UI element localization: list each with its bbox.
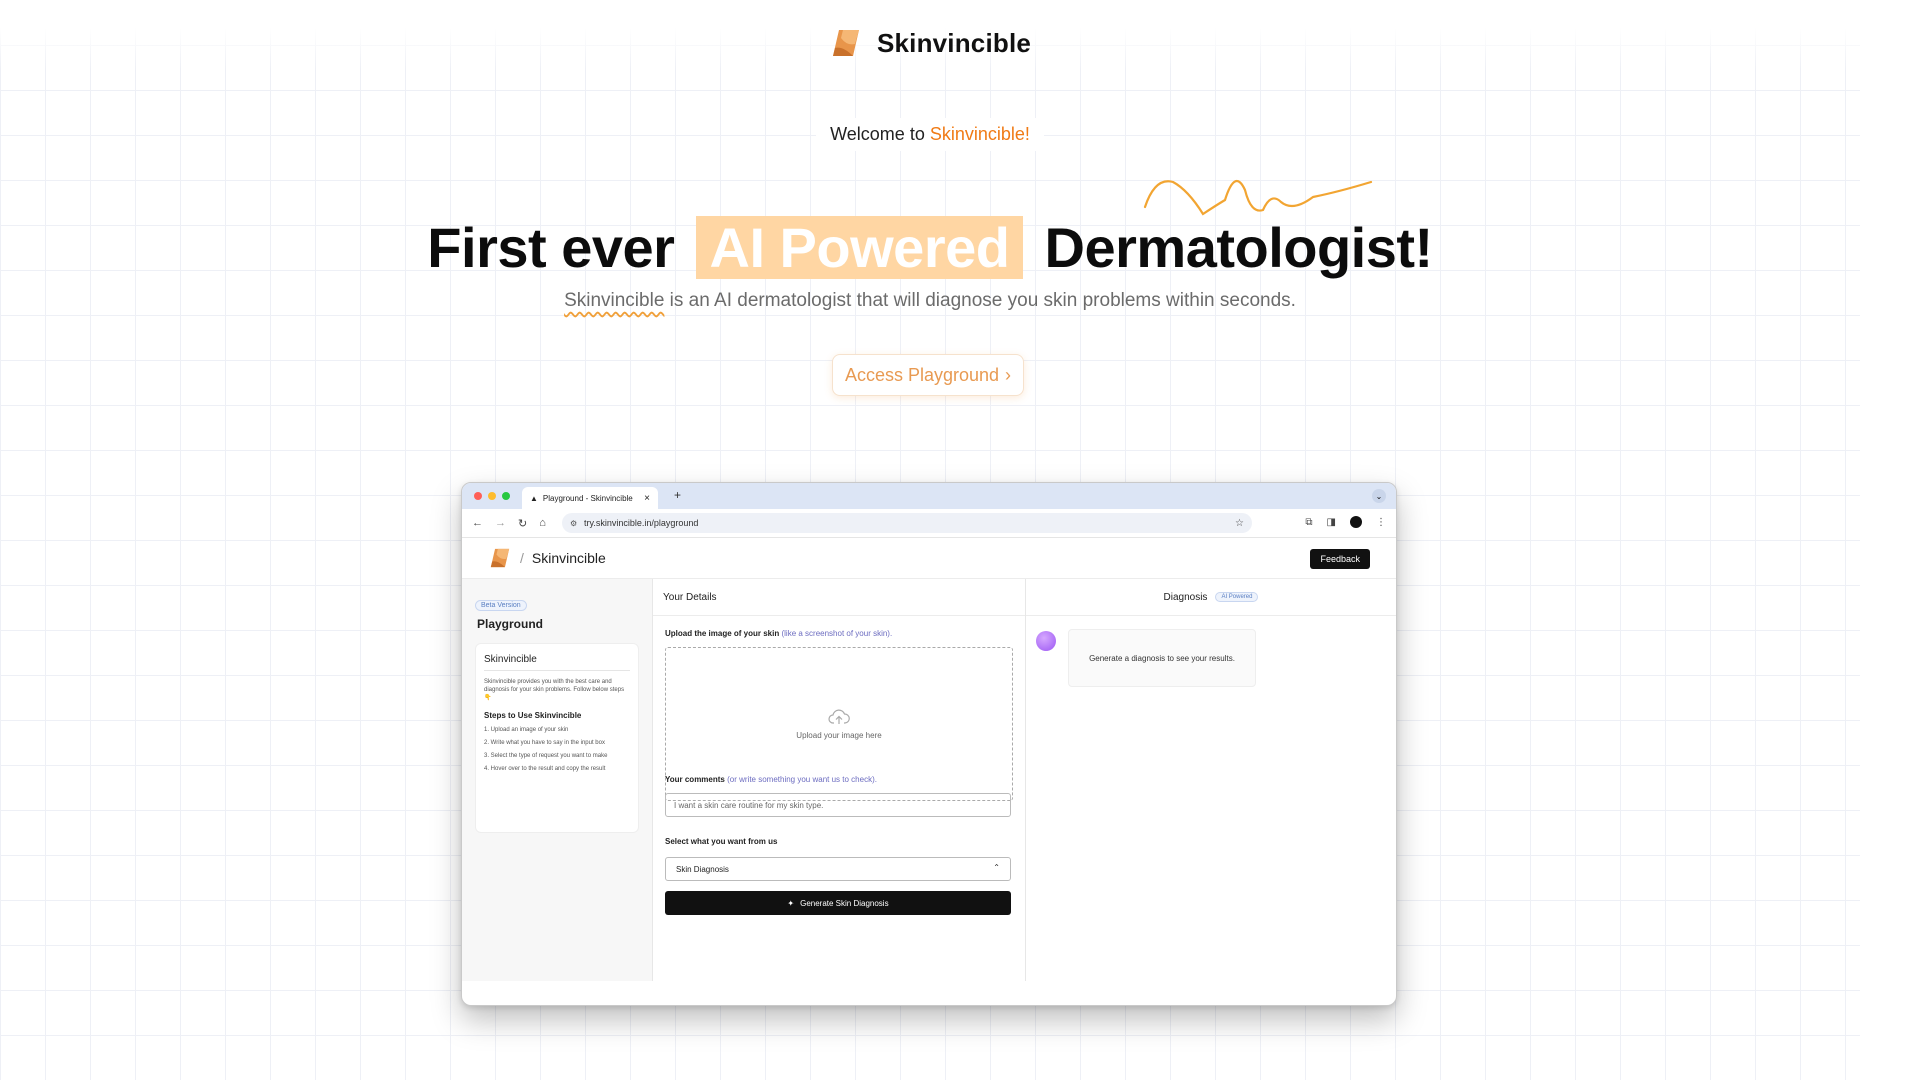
cloud-upload-icon: [828, 709, 850, 724]
hero-part-1: First ever: [427, 216, 675, 279]
subtitle-brand: Skinvincible: [564, 290, 665, 311]
step-item: 1. Upload an image of your skin: [484, 727, 569, 733]
details-header: Your Details: [653, 579, 1025, 616]
forward-icon[interactable]: →: [495, 517, 506, 530]
steps-heading: Steps to Use Skinvincible: [484, 711, 582, 720]
info-card-description: Skinvincible provides you with the best …: [484, 679, 625, 701]
diagnosis-header: Diagnosis AI Powered: [1026, 579, 1396, 616]
browser-tabbar: ▲ Playground - Skinvincible × + ⌄: [462, 483, 1396, 509]
diagnosis-title: Diagnosis: [1163, 591, 1208, 603]
assistant-avatar: [1036, 631, 1056, 651]
comments-label: Your comments (or write something you wa…: [665, 775, 877, 784]
welcome-accent: Skinvincible!: [929, 124, 1030, 144]
site-settings-icon[interactable]: ⚙: [570, 519, 577, 528]
diagnosis-placeholder-message: Generate a diagnosis to see your results…: [1068, 629, 1256, 687]
app-logo-icon[interactable]: [488, 546, 512, 570]
chevron-right-icon: ›: [1005, 364, 1012, 385]
upload-text: Upload your image here: [796, 730, 882, 740]
home-icon[interactable]: ⌂: [539, 517, 546, 530]
profile-avatar[interactable]: [1350, 516, 1362, 528]
maximize-window-dot[interactable]: [502, 492, 510, 500]
info-card-title: Skinvincible: [484, 654, 630, 671]
window-controls: [474, 492, 510, 500]
new-tab-button[interactable]: +: [674, 488, 681, 502]
browser-tab[interactable]: ▲ Playground - Skinvincible ×: [522, 487, 658, 509]
info-card: Skinvincible Skinvincible provides you w…: [475, 643, 639, 833]
app-title[interactable]: Skinvincible: [532, 550, 606, 566]
reload-icon[interactable]: ↻: [518, 517, 527, 530]
close-window-dot[interactable]: [474, 492, 482, 500]
details-panel: Your Details Upload the image of your sk…: [653, 579, 1026, 981]
address-bar: ← → ↻ ⌂ ⚙ try.skinvincible.in/playground…: [462, 509, 1396, 538]
minimize-window-dot[interactable]: [488, 492, 496, 500]
brand-name[interactable]: Skinvincible: [877, 28, 1031, 59]
app-header: / Skinvincible Feedback: [462, 538, 1396, 579]
sidebar: Beta Version Playground Skinvincible Ski…: [462, 579, 653, 981]
sparkle-icon: ✦: [787, 898, 795, 908]
extensions-icon[interactable]: ⧉: [1305, 517, 1312, 528]
step-item: 2. Write what you have to say in the inp…: [484, 740, 605, 746]
comments-label-hint: (or write something you want us to check…: [727, 775, 877, 784]
logo-icon[interactable]: [829, 26, 863, 60]
browser-mockup: ▲ Playground - Skinvincible × + ⌄ ← → ↻ …: [461, 482, 1397, 1006]
back-icon[interactable]: ←: [472, 517, 483, 530]
app-columns: Beta Version Playground Skinvincible Ski…: [462, 579, 1396, 981]
tab-search-icon[interactable]: ⌄: [1372, 489, 1386, 503]
favicon-icon: ▲: [530, 493, 538, 503]
nav-controls: ← → ↻ ⌂: [472, 517, 546, 530]
sidepanel-icon[interactable]: ◨: [1327, 517, 1336, 528]
playground-heading: Playground: [477, 617, 544, 631]
beta-badge: Beta Version: [475, 600, 527, 611]
welcome-prefix: Welcome to: [830, 124, 930, 144]
tab-title: Playground - Skinvincible: [542, 493, 633, 503]
subtitle-text: is an AI dermatologist that will diagnos…: [664, 290, 1296, 311]
diagnosis-panel: Diagnosis AI Powered Generate a diagnosi…: [1026, 579, 1396, 981]
hero-title: First ever AI Powered Dermatologist!: [0, 215, 1860, 280]
menu-dots-icon[interactable]: ⋮: [1376, 517, 1386, 528]
chevron-up-icon: ⌃: [993, 863, 1000, 872]
request-type-select[interactable]: Skin Diagnosis ⌃: [665, 857, 1011, 881]
upload-label-text: Upload the image of your skin: [665, 629, 780, 638]
generate-diagnosis-button[interactable]: ✦ Generate Skin Diagnosis: [665, 891, 1011, 915]
steps-list: 1. Upload an image of your skin 2. Write…: [484, 726, 630, 778]
select-label: Select what you want from us: [665, 837, 778, 846]
hero-highlight: AI Powered: [695, 216, 1024, 279]
toolbar-icons: ⧉ ◨ ⋮: [1305, 516, 1386, 528]
tab-close-icon[interactable]: ×: [644, 493, 650, 504]
comments-label-text: Your comments: [665, 775, 725, 784]
ai-powered-badge: AI Powered: [1215, 592, 1259, 602]
welcome-banner: Welcome to Skinvincible!: [0, 118, 1860, 151]
site-header: Skinvincible: [0, 26, 1860, 60]
feedback-button[interactable]: Feedback: [1310, 549, 1370, 569]
cta-label: Access Playground: [844, 364, 1000, 385]
generate-label: Generate Skin Diagnosis: [800, 898, 889, 908]
step-item: 4. Hover over to the result and copy the…: [484, 766, 606, 772]
url-text: try.skinvincible.in/playground: [584, 518, 699, 528]
right-margin: [1860, 0, 1920, 1080]
access-playground-button[interactable]: Access Playground ›: [832, 354, 1024, 396]
breadcrumb-separator: /: [520, 550, 524, 566]
comments-input[interactable]: I want a skin care routine for my skin t…: [665, 793, 1011, 817]
hero-part-2: Dermatologist!: [1044, 216, 1434, 279]
bookmark-star-icon[interactable]: ☆: [1235, 518, 1244, 529]
upload-label: Upload the image of your skin (like a sc…: [665, 629, 892, 638]
select-value: Skin Diagnosis: [676, 864, 729, 874]
url-field[interactable]: ⚙ try.skinvincible.in/playground ☆: [562, 513, 1252, 533]
step-item: 3. Select the type of request you want t…: [484, 753, 608, 759]
upload-label-hint: (like a screenshot of your skin).: [781, 629, 893, 638]
hero-subtitle: Skinvincible is an AI dermatologist that…: [0, 290, 1860, 312]
welcome-pill: Welcome to Skinvincible!: [816, 118, 1044, 151]
